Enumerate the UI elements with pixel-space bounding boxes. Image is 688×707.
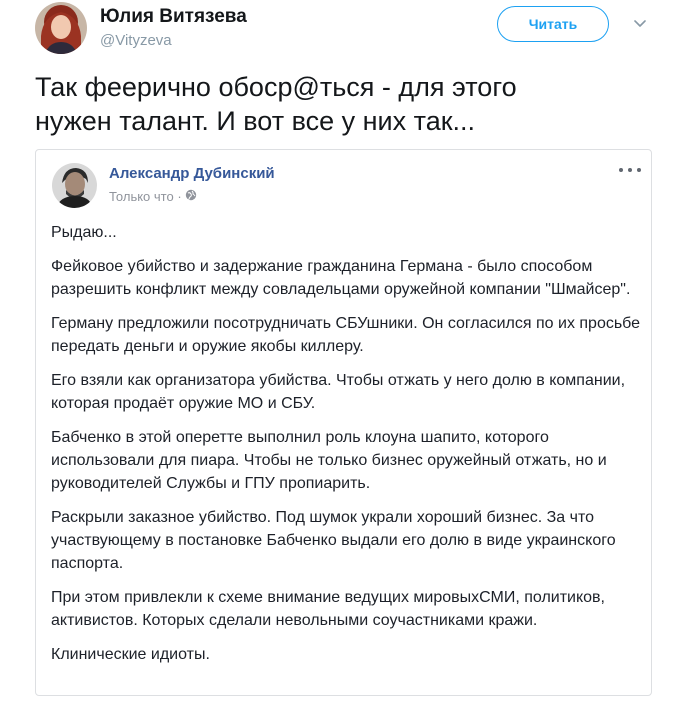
- globe-icon: [185, 189, 197, 204]
- tweet-card: Юлия Витязева @Vityzeva Читать Так феери…: [0, 0, 688, 707]
- fb-timestamp[interactable]: Только что ·: [109, 189, 182, 204]
- fb-paragraph: Раскрыли заказное убийство. Под шумок ук…: [51, 509, 616, 572]
- fb-paragraph: При этом привлекли к схеме внимание веду…: [51, 589, 605, 629]
- chevron-down-icon[interactable]: [630, 14, 650, 34]
- fb-paragraph: Клинические идиоты.: [51, 646, 210, 663]
- author-avatar[interactable]: [35, 2, 87, 54]
- author-handle[interactable]: @Vityzeva: [100, 32, 172, 49]
- fb-paragraph: Его взяли как организатора убийства. Что…: [51, 372, 626, 412]
- embedded-fb-post: Александр Дубинский Только что · Рыдаю..…: [35, 149, 652, 696]
- more-dots-icon[interactable]: [619, 164, 641, 176]
- author-name[interactable]: Юлия Витязева: [100, 6, 247, 28]
- fb-paragraph: Рыдаю...: [51, 224, 117, 241]
- tweet-text: Так феерично обоср@ться - для этого нуже…: [35, 72, 517, 136]
- fb-paragraph: Герману предложили посотрудничать СБУшни…: [51, 315, 641, 355]
- fb-post-meta: Только что ·: [109, 189, 197, 204]
- fb-author-avatar[interactable]: [52, 163, 97, 208]
- fb-paragraph: Фейковое убийство и задержание гражданин…: [51, 258, 631, 298]
- fb-author-name[interactable]: Александр Дубинский: [109, 165, 275, 182]
- fb-post-body: Рыдаю... Фейковое убийство и задержание …: [51, 221, 641, 677]
- follow-button[interactable]: Читать: [497, 6, 609, 42]
- fb-paragraph: Бабченко в этой оперетте выполнил роль к…: [51, 429, 607, 492]
